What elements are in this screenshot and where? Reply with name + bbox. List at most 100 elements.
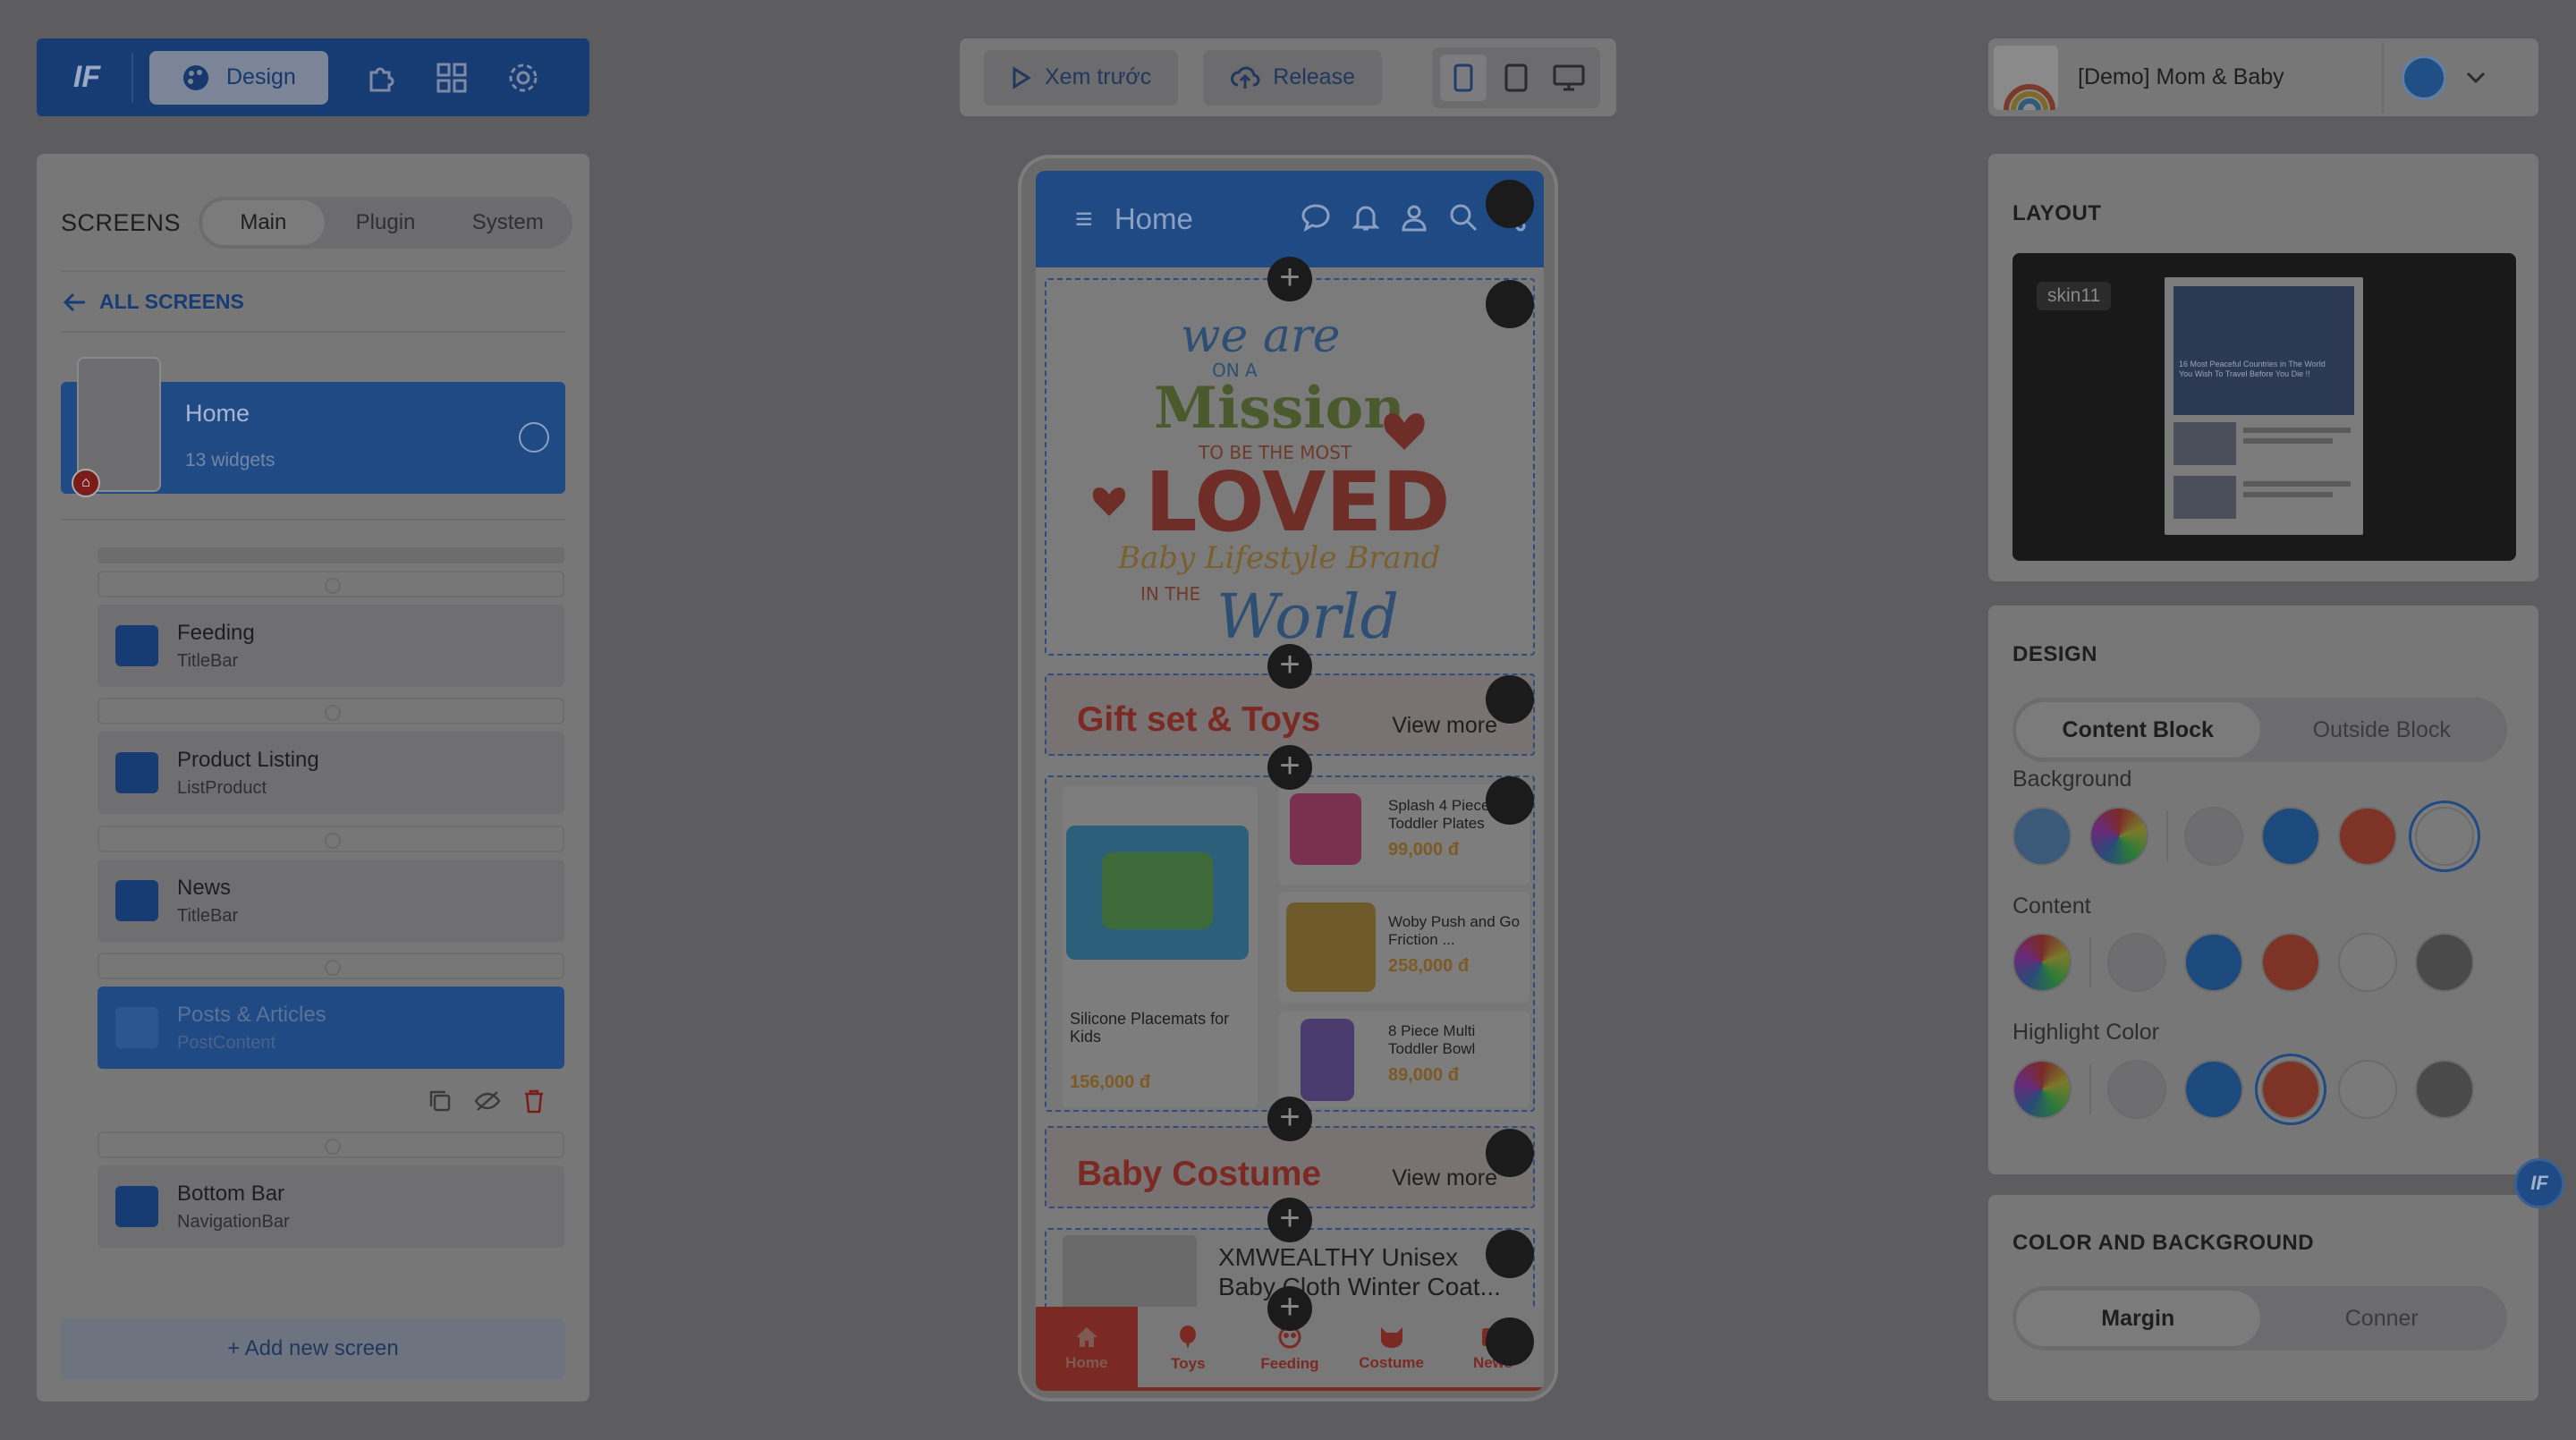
widget-item-selected[interactable]: Posts & Articles PostContent xyxy=(97,987,564,1069)
color-picker-icon[interactable] xyxy=(2012,933,2072,992)
play-icon xyxy=(1011,65,1032,89)
menu-icon[interactable]: ≡ xyxy=(1075,202,1093,237)
drop-zone[interactable] xyxy=(97,826,564,852)
color-picker-icon[interactable] xyxy=(2089,807,2148,866)
tab-conner[interactable]: Conner xyxy=(2260,1291,2504,1346)
color-swatch[interactable] xyxy=(2338,807,2397,866)
app-bar[interactable]: ≡ Home xyxy=(1036,171,1544,267)
trash-icon[interactable] xyxy=(522,1088,546,1114)
home-screen-card[interactable]: ⌂ Home 13 widgets xyxy=(61,357,565,497)
app-selector[interactable]: [Demo] Mom & Baby xyxy=(1988,38,2538,116)
product-name: Silicone Placemats for Kids xyxy=(1070,1010,1230,1046)
tab-system[interactable]: System xyxy=(446,200,569,245)
product-card[interactable]: Silicone Placemats for Kids 156,000 đ xyxy=(1063,786,1258,1108)
search-icon[interactable] xyxy=(1449,203,1478,232)
app-bar-title: Home xyxy=(1114,202,1193,235)
nav-item-home[interactable]: Home xyxy=(1036,1307,1138,1391)
main-toolbar: IF Design xyxy=(37,38,589,116)
view-more-link[interactable]: View more xyxy=(1392,713,1497,739)
color-swatch[interactable] xyxy=(2338,933,2397,992)
color-picker-icon[interactable] xyxy=(2012,1060,2072,1119)
product-listing-block[interactable]: Silicone Placemats for Kids 156,000 đ Sp… xyxy=(1045,775,1535,1112)
widget-item[interactable]: Bottom Bar NavigationBar xyxy=(97,1165,564,1248)
drop-zone[interactable] xyxy=(97,1131,564,1158)
chevron-down-icon[interactable] xyxy=(2466,72,2486,84)
sliders-icon[interactable] xyxy=(1486,1129,1534,1177)
tab-outside-block[interactable]: Outside Block xyxy=(2260,702,2504,758)
color-swatch[interactable] xyxy=(2107,1060,2166,1119)
sliders-icon[interactable] xyxy=(1486,776,1534,825)
tab-plugin[interactable]: Plugin xyxy=(325,200,447,245)
color-swatch-selected[interactable] xyxy=(2261,1060,2320,1119)
arrow-right-circle-icon[interactable] xyxy=(519,422,549,453)
background-label: Background xyxy=(2012,767,2132,792)
grid-icon[interactable] xyxy=(432,58,471,97)
preview-button[interactable]: Xem trước xyxy=(984,49,1179,106)
nav-item-toys[interactable]: Toys xyxy=(1138,1307,1240,1391)
drop-zone[interactable] xyxy=(97,953,564,979)
sliders-icon[interactable] xyxy=(1486,1230,1534,1278)
product-card[interactable]: 8 Piece Multi Toddler Bowl 89,000 đ xyxy=(1279,1012,1530,1108)
design-button[interactable]: Design xyxy=(149,50,328,105)
gear-icon[interactable] xyxy=(504,58,543,97)
user-avatar[interactable] xyxy=(2402,55,2446,100)
widget-item[interactable]: Product Listing ListProduct xyxy=(97,732,564,814)
color-swatch[interactable] xyxy=(2415,1060,2474,1119)
add-widget-button[interactable]: + xyxy=(1267,1198,1312,1242)
add-widget-button[interactable]: + xyxy=(1267,1286,1312,1331)
color-swatch[interactable] xyxy=(2338,1060,2397,1119)
plugin-icon[interactable] xyxy=(360,58,400,97)
sliders-icon[interactable] xyxy=(1486,675,1534,724)
tablet-device-icon[interactable] xyxy=(1493,55,1539,101)
color-background-title: COLOR AND BACKGROUND xyxy=(2012,1231,2315,1255)
sliders-icon[interactable] xyxy=(1486,180,1534,228)
color-swatch[interactable] xyxy=(2184,933,2243,992)
widget-item[interactable]: Feeding TitleBar xyxy=(97,605,564,687)
tab-main[interactable]: Main xyxy=(202,200,325,245)
tab-margin[interactable]: Margin xyxy=(2016,1291,2260,1346)
add-widget-button[interactable]: + xyxy=(1267,745,1312,790)
add-widget-button[interactable]: + xyxy=(1267,257,1312,301)
widget-name: Posts & Articles xyxy=(177,1003,326,1027)
swatch-divider xyxy=(2089,937,2091,987)
color-swatch-selected[interactable] xyxy=(2415,807,2474,866)
color-swatch[interactable] xyxy=(2184,1060,2243,1119)
svg-text:we are: we are xyxy=(1181,309,1340,363)
bell-icon[interactable] xyxy=(1352,203,1379,232)
color-swatch[interactable] xyxy=(2261,933,2320,992)
user-icon[interactable] xyxy=(1401,203,1428,232)
drop-zone[interactable] xyxy=(97,571,564,597)
support-chat-button[interactable]: IF xyxy=(2514,1158,2564,1208)
add-widget-button[interactable]: + xyxy=(1267,644,1312,689)
color-swatch[interactable] xyxy=(2261,807,2320,866)
drop-zone[interactable] xyxy=(97,698,564,724)
sliders-icon[interactable] xyxy=(1486,280,1534,328)
release-button[interactable]: Release xyxy=(1203,49,1382,106)
widget-item[interactable]: News TitleBar xyxy=(97,860,564,942)
toolbar-divider xyxy=(131,52,133,103)
tab-content-block[interactable]: Content Block xyxy=(2016,702,2260,758)
color-swatch[interactable] xyxy=(2415,933,2474,992)
svg-text:IN THE: IN THE xyxy=(1140,583,1200,605)
chat-icon[interactable] xyxy=(1301,203,1331,232)
mobile-device-icon[interactable] xyxy=(1440,54,1487,101)
banner-block[interactable]: we are ON A Mission TO BE THE MOST LOVED… xyxy=(1045,278,1535,656)
add-widget-button[interactable]: + xyxy=(1267,1097,1312,1141)
color-swatch[interactable] xyxy=(2107,933,2166,992)
nav-item-costume[interactable]: Costume xyxy=(1341,1307,1443,1391)
image-icon[interactable] xyxy=(2012,807,2072,866)
widget-count: 13 widgets xyxy=(185,450,275,470)
layout-preview[interactable]: skin11 16 Most Peaceful Countries in The… xyxy=(2012,253,2516,561)
app-logo[interactable]: IF xyxy=(62,53,112,103)
view-more-link[interactable]: View more xyxy=(1392,1165,1497,1191)
costume-image xyxy=(1063,1235,1197,1316)
all-screens-link[interactable]: ALL SCREENS xyxy=(64,290,244,314)
svg-text:World: World xyxy=(1216,582,1399,653)
add-new-screen-button[interactable]: + Add new screen xyxy=(61,1318,565,1379)
product-card[interactable]: Woby Push and Go Friction ... 258,000 đ xyxy=(1279,892,1530,1003)
color-swatch[interactable] xyxy=(2184,807,2243,866)
copy-icon[interactable] xyxy=(428,1088,453,1114)
sliders-icon[interactable] xyxy=(1486,1317,1534,1366)
desktop-device-icon[interactable] xyxy=(1546,55,1592,101)
eye-off-icon[interactable] xyxy=(474,1088,501,1114)
